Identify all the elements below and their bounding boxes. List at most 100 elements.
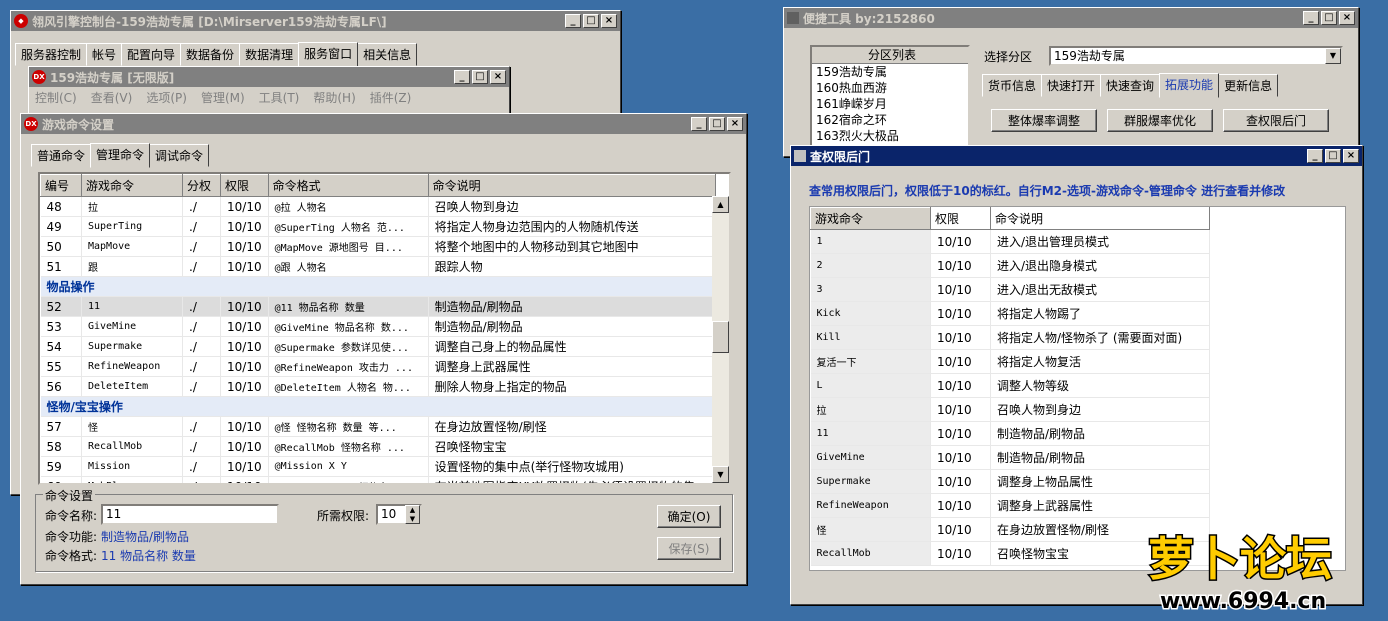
close-icon[interactable]: × bbox=[727, 117, 743, 131]
table-row[interactable]: 49 SuperTing ./10/10 @SuperTing 人物名 范... 将指定… bbox=[40, 216, 717, 237]
minimize-icon[interactable]: _ bbox=[565, 14, 581, 28]
vertical-scrollbar[interactable]: ▲ ▼ bbox=[712, 196, 729, 483]
close-icon[interactable]: × bbox=[1343, 149, 1359, 163]
tab-info[interactable]: 相关信息 bbox=[357, 43, 418, 66]
col-perm[interactable]: 权限 bbox=[220, 174, 269, 197]
col-cmd[interactable]: 游戏命令 bbox=[81, 174, 183, 197]
minimize-icon[interactable]: _ bbox=[454, 70, 470, 84]
partition-select[interactable]: 159浩劫专属 ▼ bbox=[1049, 46, 1343, 66]
table-row[interactable]: 复活一下 10/10 将指定人物复活 bbox=[810, 349, 1210, 374]
tab-config-wizard[interactable]: 配置向导 bbox=[121, 43, 182, 66]
tools-titlebar[interactable]: 便捷工具 by:2152860 _ □ × bbox=[784, 8, 1358, 28]
menu-options[interactable]: 选项(P) bbox=[146, 89, 187, 106]
tab-server-control[interactable]: 服务器控制 bbox=[15, 43, 88, 66]
list-item[interactable]: 159浩劫专属 bbox=[812, 64, 968, 80]
table-row[interactable]: 55 RefineWeapon ./10/10 @RefineWeapon 攻击力 .… bbox=[40, 356, 717, 377]
chevron-down-icon[interactable]: ▼ bbox=[1325, 48, 1341, 64]
table-group-row[interactable]: 物品操作 bbox=[40, 276, 716, 297]
cmd-titlebar[interactable]: DX 游戏命令设置 _ □ × bbox=[21, 114, 746, 134]
col-split[interactable]: 分权 bbox=[182, 174, 221, 197]
table-row[interactable]: 3 10/10 进入/退出无敌模式 bbox=[810, 277, 1210, 302]
menu-tools[interactable]: 工具(T) bbox=[259, 89, 300, 106]
cell-fmt: @RefineWeapon 攻击力 ... bbox=[268, 356, 429, 377]
list-item[interactable]: 161峥嵘岁月 bbox=[812, 96, 968, 112]
engine-titlebar[interactable]: ◆ 翎风引擎控制台-159浩劫专属 [D:\Mirserver159浩劫专属LF… bbox=[11, 11, 620, 31]
table-row[interactable]: 56 DeleteItem ./10/10 @DeleteItem 人物名 物... 删… bbox=[40, 376, 717, 397]
ok-button[interactable]: 确定(O) bbox=[657, 505, 721, 528]
list-item[interactable]: 160热血西游 bbox=[812, 80, 968, 96]
maximize-icon[interactable]: □ bbox=[472, 70, 488, 84]
server-titlebar[interactable]: DX 159浩劫专属 [无限版] _ □ × bbox=[29, 67, 509, 87]
tab-quick-open[interactable]: 快速打开 bbox=[1041, 74, 1102, 97]
table-row[interactable]: 1 10/10 进入/退出管理员模式 bbox=[810, 229, 1210, 254]
list-item[interactable]: 162宿命之环 bbox=[812, 112, 968, 128]
minimize-icon[interactable]: _ bbox=[1307, 149, 1323, 163]
table-row[interactable]: 2 10/10 进入/退出隐身模式 bbox=[810, 253, 1210, 278]
table-row[interactable]: L 10/10 调整人物等级 bbox=[810, 373, 1210, 398]
col-game-cmd[interactable]: 游戏命令 bbox=[810, 207, 931, 230]
cmd-name-input[interactable]: 11 bbox=[101, 504, 279, 525]
drop-rate-button[interactable]: 整体爆率调整 bbox=[991, 109, 1097, 132]
close-icon[interactable]: × bbox=[490, 70, 506, 84]
table-row[interactable]: 58 RecallMob ./10/10 @RecallMob 怪物名称 ... 召唤怪… bbox=[40, 436, 717, 457]
col-perm[interactable]: 权限 bbox=[930, 207, 991, 230]
tab-updates[interactable]: 更新信息 bbox=[1218, 74, 1279, 97]
table-row[interactable]: 50 MapMove ./10/10 @MapMove 源地图号 目... 将整个地图中… bbox=[40, 236, 717, 257]
scroll-down-icon[interactable]: ▼ bbox=[712, 466, 729, 483]
scroll-up-icon[interactable]: ▲ bbox=[712, 196, 729, 213]
save-button[interactable]: 保存(S) bbox=[657, 537, 721, 560]
tab-debug-cmd[interactable]: 调试命令 bbox=[149, 144, 210, 167]
table-row[interactable]: 拉 10/10 召唤人物到身边 bbox=[810, 397, 1210, 422]
table-row[interactable]: Supermake 10/10 调整身上物品属性 bbox=[810, 469, 1210, 494]
col-desc[interactable]: 命令说明 bbox=[990, 207, 1210, 230]
menu-plugins[interactable]: 插件(Z) bbox=[370, 89, 412, 106]
menu-manage[interactable]: 管理(M) bbox=[201, 89, 245, 106]
minimize-icon[interactable]: _ bbox=[1303, 11, 1319, 25]
col-format[interactable]: 命令格式 bbox=[267, 174, 429, 197]
tab-normal-cmd[interactable]: 普通命令 bbox=[31, 144, 92, 167]
table-row[interactable]: 59 Mission ./10/10 @Mission X Y 设置怪物的集中点(举行怪… bbox=[40, 456, 717, 477]
table-row[interactable]: 60MobPlace./10/10@MobPlace X Y 怪物名...在当前… bbox=[40, 476, 717, 483]
table-group-row[interactable]: 怪物/宝宝操作 bbox=[40, 396, 716, 417]
table-row[interactable]: RefineWeapon 10/10 调整身上武器属性 bbox=[810, 493, 1210, 518]
stepper-arrows-icon[interactable]: ▲ ▼ bbox=[405, 505, 420, 524]
tab-backup[interactable]: 数据备份 bbox=[180, 43, 241, 66]
table-row[interactable]: Kill 10/10 将指定人物/怪物杀了 (需要面对面) bbox=[810, 325, 1210, 350]
group-rate-button[interactable]: 群服爆率优化 bbox=[1107, 109, 1213, 132]
partition-list[interactable]: 分区列表 159浩劫专属 160热血西游 161峥嵘岁月 162宿命之环 163… bbox=[810, 45, 970, 155]
table-row[interactable]: 11 10/10 制造物品/刷物品 bbox=[810, 421, 1210, 446]
table-row[interactable]: 48 拉 ./10/10 @拉 人物名 召唤人物到身边 bbox=[40, 196, 717, 217]
table-row[interactable]: 51 跟 ./10/10 @跟 人物名 跟踪人物 bbox=[40, 256, 717, 277]
cell-fmt: @11 物品名称 数量 bbox=[268, 296, 429, 317]
tab-account[interactable]: 帐号 bbox=[86, 43, 123, 66]
list-item[interactable]: 163烈火大极品 bbox=[812, 128, 968, 144]
menu-help[interactable]: 帮助(H) bbox=[313, 89, 355, 106]
maximize-icon[interactable]: □ bbox=[1325, 149, 1341, 163]
menu-view[interactable]: 查看(V) bbox=[91, 89, 133, 106]
tab-cleanup[interactable]: 数据清理 bbox=[239, 43, 300, 66]
tab-extensions[interactable]: 拓展功能 bbox=[1159, 73, 1220, 98]
table-row[interactable]: 54 Supermake ./10/10 @Supermake 参数详见使... 调整自… bbox=[40, 336, 717, 357]
scroll-thumb[interactable] bbox=[712, 321, 729, 353]
close-icon[interactable]: × bbox=[1339, 11, 1355, 25]
close-icon[interactable]: × bbox=[601, 14, 617, 28]
table-row[interactable]: 53 GiveMine ./10/10 @GiveMine 物品名称 数... 制造物品… bbox=[40, 316, 717, 337]
minimize-icon[interactable]: _ bbox=[691, 117, 707, 131]
table-row[interactable]: 52 11 ./10/10 @11 物品名称 数量 制造物品/刷物品 bbox=[40, 296, 717, 317]
col-desc[interactable]: 命令说明 bbox=[427, 174, 717, 197]
tab-admin-cmd[interactable]: 管理命令 bbox=[90, 143, 151, 168]
check-backdoor-button[interactable]: 查权限后门 bbox=[1223, 109, 1329, 132]
tab-quick-query[interactable]: 快速查询 bbox=[1100, 74, 1161, 97]
maximize-icon[interactable]: □ bbox=[709, 117, 725, 131]
cell-fmt: @MapMove 源地图号 目... bbox=[268, 236, 429, 257]
table-row[interactable]: GiveMine 10/10 制造物品/刷物品 bbox=[810, 445, 1210, 470]
backdoor-titlebar[interactable]: 查权限后门 _ □ × bbox=[791, 146, 1362, 166]
tab-service-window[interactable]: 服务窗口 bbox=[298, 42, 359, 67]
col-id[interactable]: 编号 bbox=[40, 174, 82, 197]
maximize-icon[interactable]: □ bbox=[583, 14, 599, 28]
table-row[interactable]: 57 怪 ./10/10 @怪 怪物名称 数量 等... 在身边放置怪物/刷怪 bbox=[40, 416, 717, 437]
tab-currency[interactable]: 货币信息 bbox=[982, 74, 1043, 97]
maximize-icon[interactable]: □ bbox=[1321, 11, 1337, 25]
menu-control[interactable]: 控制(C) bbox=[35, 89, 77, 106]
table-row[interactable]: Kick 10/10 将指定人物踢了 bbox=[810, 301, 1210, 326]
